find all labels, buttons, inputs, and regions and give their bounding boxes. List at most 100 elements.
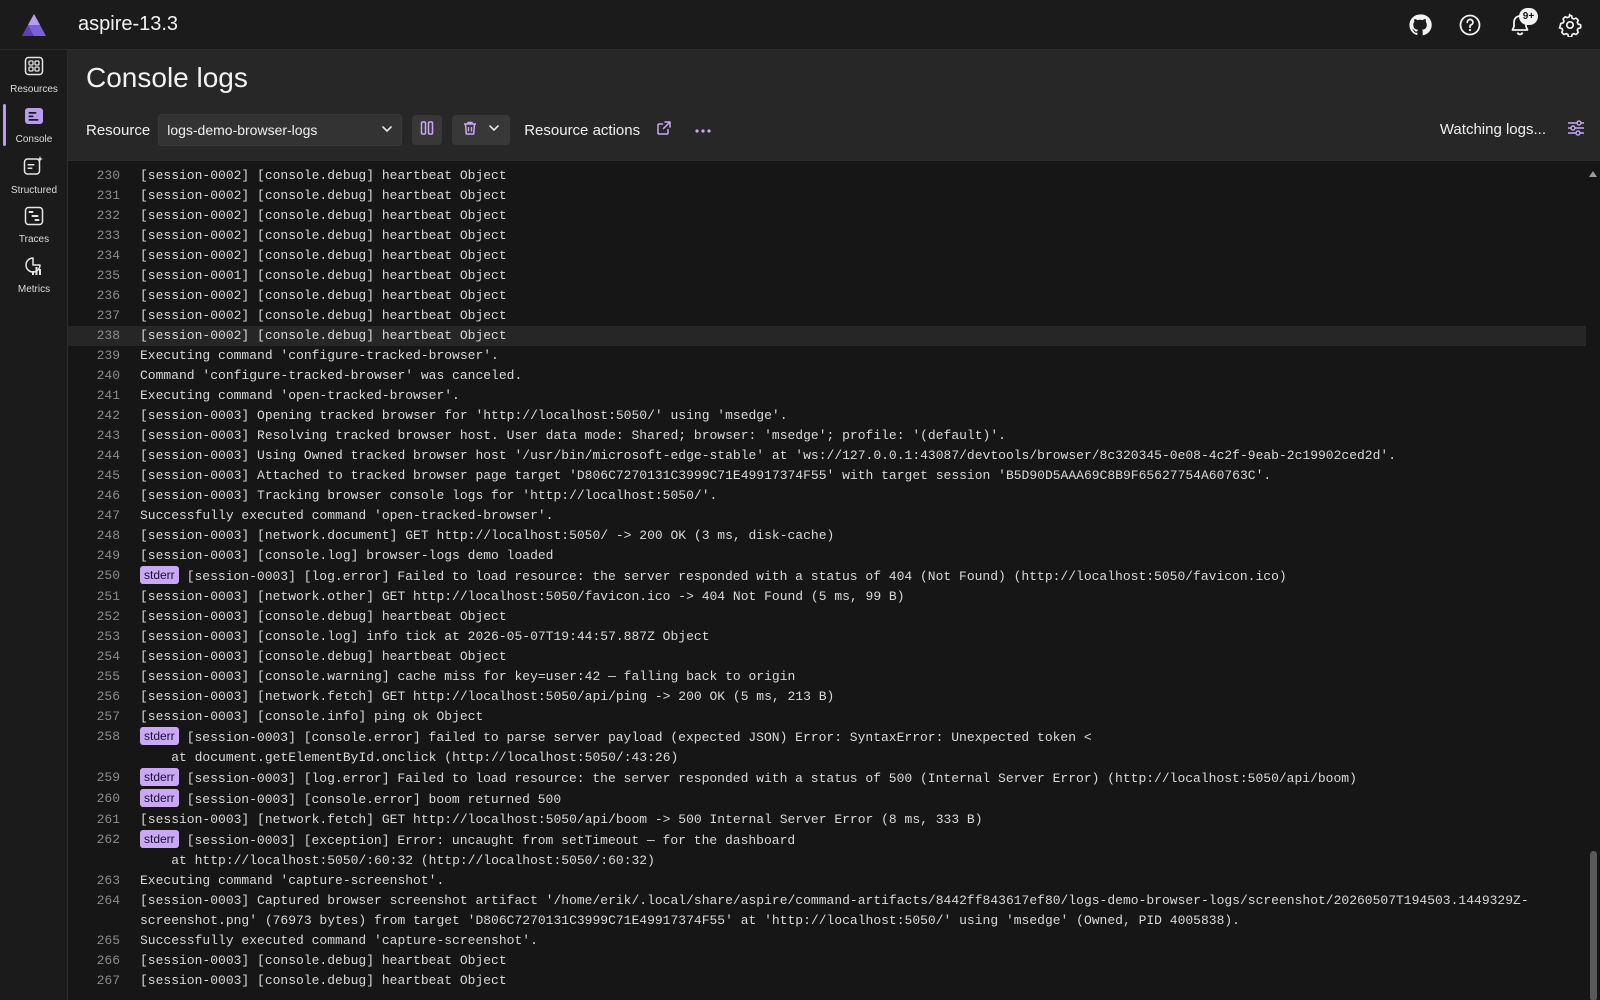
log-message: [session-0003] [console.warning] cache m… — [140, 667, 1586, 687]
log-line: 246 [session-0003] Tracking browser conso… — [68, 486, 1586, 506]
settings-gear-icon[interactable] — [1550, 5, 1590, 45]
log-text: [session-0003] Captured browser screensh… — [140, 893, 1529, 928]
log-scrollbar[interactable] — [1586, 161, 1600, 1000]
log-line: 261 [session-0003] [network.fetch] GET ht… — [68, 810, 1586, 830]
log-line: 231 [session-0002] [console.debug] heartb… — [68, 186, 1586, 206]
help-icon[interactable] — [1450, 5, 1490, 45]
line-number: 260 — [96, 791, 120, 806]
scrollbar-thumb[interactable] — [1590, 851, 1597, 1000]
log-settings-button[interactable] — [1562, 116, 1590, 144]
log-message: [session-0003] [network.fetch] GET http:… — [140, 687, 1586, 707]
log-text: [session-0003] [console.log] browser-log… — [140, 548, 554, 563]
top-header: aspire-13.3 9+ — [0, 0, 1600, 50]
log-text: [session-0003] [console.debug] heartbeat… — [140, 609, 507, 624]
nav-item-metrics[interactable]: Metrics — [0, 250, 68, 300]
line-number: 230 — [96, 168, 120, 183]
log-text: [session-0002] [console.debug] heartbeat… — [140, 168, 507, 183]
line-number: 238 — [96, 328, 120, 343]
log-text: [session-0002] [console.debug] heartbeat… — [140, 188, 507, 203]
log-message: [session-0003] [network.fetch] GET http:… — [140, 810, 1586, 830]
notifications-bell-icon[interactable]: 9+ — [1500, 5, 1540, 45]
nav-item-console[interactable]: Console — [0, 100, 68, 150]
log-message: [session-0002] [console.debug] heartbeat… — [140, 246, 1586, 266]
line-number: 261 — [96, 812, 120, 827]
line-number: 245 — [96, 468, 120, 483]
open-external-icon[interactable] — [656, 120, 672, 141]
line-number: 244 — [96, 448, 120, 463]
more-options-icon[interactable] — [694, 121, 712, 139]
log-line: 267 [session-0003] [console.debug] heartb… — [68, 971, 1586, 991]
log-message: Command 'configure-tracked-browser' was … — [140, 366, 1586, 386]
log-line: 264 [session-0003] Captured browser scree… — [68, 891, 1586, 931]
log-line: 257 [session-0003] [console.info] ping ok… — [68, 707, 1586, 727]
log-text: [session-0003] [console.error] failed to… — [171, 730, 1092, 765]
resource-select[interactable]: logs-demo-browser-logs — [158, 114, 403, 146]
log-line: 255 [session-0003] [console.warning] cach… — [68, 667, 1586, 687]
log-line: 249 [session-0003] [console.log] browser-… — [68, 546, 1586, 566]
log-text: [session-0003] [console.error] boom retu… — [186, 792, 562, 807]
log-line: 244 [session-0003] Using Owned tracked br… — [68, 446, 1586, 466]
line-number: 236 — [96, 288, 120, 303]
log-line: 236 [session-0002] [console.debug] heartb… — [68, 286, 1586, 306]
log-text: [session-0003] Opening tracked browser f… — [140, 408, 788, 423]
nav-item-structured[interactable]: Structured — [0, 150, 68, 200]
log-message: [session-0002] [console.debug] heartbeat… — [140, 306, 1586, 326]
log-text: Successfully executed command 'open-trac… — [140, 508, 554, 523]
line-number: 254 — [96, 649, 120, 664]
log-message: stderr [session-0003] [log.error] Failed … — [140, 768, 1586, 789]
app-title[interactable]: aspire-13.3 — [78, 13, 178, 36]
nav-item-resources[interactable]: Resources — [0, 50, 68, 100]
line-number: 259 — [96, 770, 120, 785]
line-number: 243 — [96, 428, 120, 443]
log-message: [session-0002] [console.debug] heartbeat… — [140, 166, 1586, 186]
line-number: 240 — [96, 368, 120, 383]
stderr-badge: stderr — [140, 727, 179, 745]
scroll-up-icon[interactable] — [1588, 165, 1598, 183]
log-line: 238 [session-0002] [console.debug] heartb… — [68, 326, 1586, 346]
clear-logs-button[interactable] — [452, 115, 511, 145]
log-message: [session-0003] Resolving tracked browser… — [140, 426, 1586, 446]
log-text: [session-0003] Tracking browser console … — [140, 488, 718, 503]
log-message: Executing command 'capture-screenshot'. — [140, 871, 1586, 891]
line-number: 241 — [96, 388, 120, 403]
filter-sliders-icon — [1566, 118, 1586, 143]
log-text: [session-0003] [network.fetch] GET http:… — [140, 812, 983, 827]
line-number: 266 — [96, 953, 120, 968]
log-viewer[interactable]: 230 [session-0002] [console.debug] heartb… — [68, 160, 1600, 1000]
line-number: 234 — [96, 248, 120, 263]
log-text: [session-0003] Attached to tracked brows… — [140, 468, 1272, 483]
log-message: [session-0003] Tracking browser console … — [140, 486, 1586, 506]
log-text: [session-0001] [console.debug] heartbeat… — [140, 268, 507, 283]
nav-item-traces[interactable]: Traces — [0, 200, 68, 250]
notifications-badge: 9+ — [1519, 8, 1538, 25]
pause-button[interactable] — [412, 115, 443, 145]
log-text: [session-0002] [console.debug] heartbeat… — [140, 228, 507, 243]
main-content: Console logs Resource logs-demo-browser-… — [68, 50, 1600, 1000]
resource-actions-button[interactable]: Resource actions — [524, 122, 640, 139]
line-number: 263 — [96, 873, 120, 888]
aspire-logo[interactable] — [0, 0, 68, 50]
nav-label: Console — [15, 133, 53, 145]
log-message: Executing command 'open-tracked-browser'… — [140, 386, 1586, 406]
log-text: [session-0003] [console.info] ping ok Ob… — [140, 709, 484, 724]
log-text: [session-0003] [network.document] GET ht… — [140, 528, 835, 543]
log-line: 235 [session-0001] [console.debug] heartb… — [68, 266, 1586, 286]
nav-label: Metrics — [17, 283, 51, 295]
log-line: 237 [session-0002] [console.debug] heartb… — [68, 306, 1586, 326]
structured-logs-icon — [23, 155, 45, 182]
log-message: Executing command 'configure-tracked-bro… — [140, 346, 1586, 366]
resource-select-value: logs-demo-browser-logs — [167, 122, 318, 138]
log-message: Successfully executed command 'open-trac… — [140, 506, 1586, 526]
log-message: [session-0003] Opening tracked browser f… — [140, 406, 1586, 426]
line-number: 233 — [96, 228, 120, 243]
log-message: [session-0003] [console.debug] heartbeat… — [140, 607, 1586, 627]
log-message: [session-0003] Captured browser screensh… — [140, 891, 1586, 931]
log-text: [session-0003] [network.other] GET http:… — [140, 589, 905, 604]
log-text: [session-0003] [console.debug] heartbeat… — [140, 973, 507, 988]
github-icon[interactable] — [1400, 5, 1440, 45]
log-text: [session-0003] Resolving tracked browser… — [140, 428, 1006, 443]
console-toolbar: Resource logs-demo-browser-logs Resource… — [86, 112, 1600, 148]
metrics-icon — [24, 256, 44, 281]
log-line: 259 stderr [session-0003] [log.error] Fail… — [68, 768, 1586, 789]
log-text: [session-0003] [log.error] Failed to loa… — [186, 771, 1357, 786]
